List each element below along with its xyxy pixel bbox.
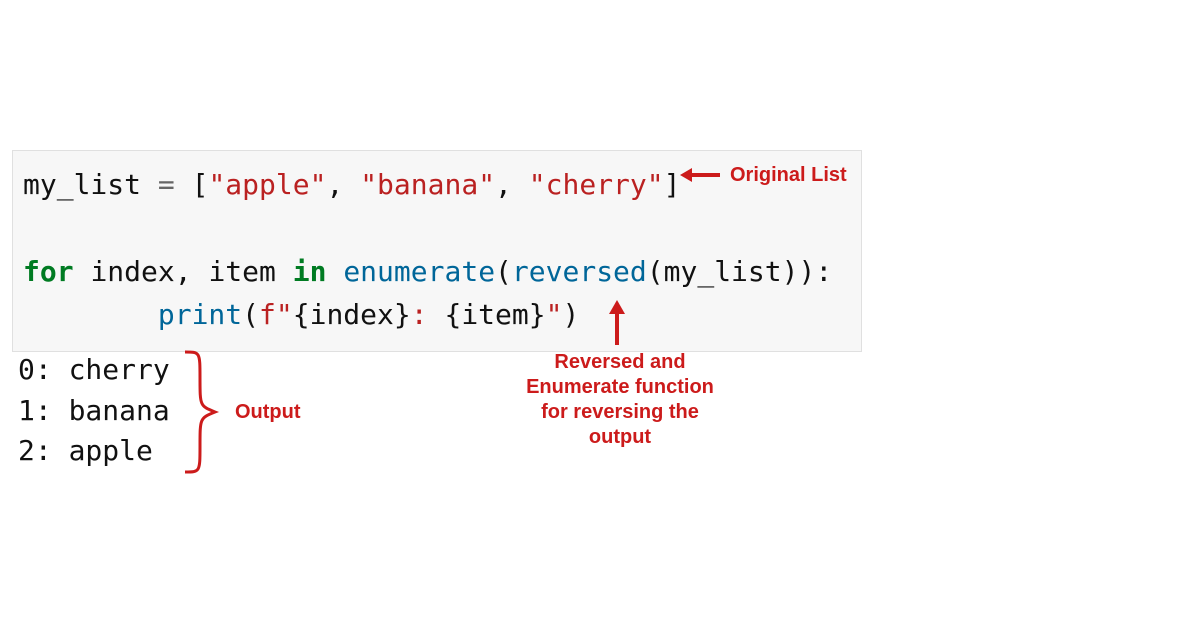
code-token-fstr-expr: item	[461, 298, 528, 331]
code-token-var: index	[90, 255, 174, 288]
arrow-up-icon	[605, 300, 629, 345]
code-space	[276, 255, 293, 288]
code-token-lparen: (	[647, 255, 664, 288]
code-token-string: "banana"	[360, 168, 495, 201]
output-line: 2: apple	[18, 434, 153, 467]
code-token-rparen: )	[782, 255, 799, 288]
annotation-original-list: Original List	[730, 163, 847, 188]
code-token-brace: }	[529, 298, 546, 331]
code-token-keyword: in	[293, 255, 327, 288]
code-token-brace: {	[293, 298, 310, 331]
code-token-comma: ,	[326, 168, 360, 201]
code-token-var: item	[208, 255, 275, 288]
code-token-string: "apple"	[208, 168, 326, 201]
code-space	[74, 255, 91, 288]
code-token-quote: "	[546, 298, 563, 331]
code-token-colon: :	[815, 255, 832, 288]
code-token-string: "cherry"	[529, 168, 664, 201]
code-token-var: my_list	[664, 255, 782, 288]
code-token-comma: ,	[495, 168, 529, 201]
code-token-keyword: for	[23, 255, 74, 288]
code-token-function: print	[158, 298, 242, 331]
code-token-lbracket: [	[192, 168, 209, 201]
code-token-brace: {	[444, 298, 461, 331]
code-token-rbracket: ]	[664, 168, 681, 201]
annotation-output: Output	[235, 400, 301, 425]
arrow-left-icon	[680, 163, 720, 187]
output-line: 0: cherry	[18, 353, 170, 386]
code-token-function: reversed	[512, 255, 647, 288]
code-token-comma: ,	[175, 255, 209, 288]
code-token-fprefix: f	[259, 298, 276, 331]
code-token-rparen: )	[799, 255, 816, 288]
code-space	[326, 255, 343, 288]
annotation-reversed-enumerate: Reversed and Enumerate function for reve…	[520, 350, 720, 450]
code-indent	[23, 298, 158, 331]
output-block: 0: cherry 1: banana 2: apple	[18, 350, 170, 472]
code-token-function: enumerate	[343, 255, 495, 288]
output-line: 1: banana	[18, 394, 170, 427]
code-token-rparen: )	[562, 298, 579, 331]
code-token-lparen: (	[242, 298, 259, 331]
code-token-quote: "	[276, 298, 293, 331]
code-token-fstr-text: :	[411, 298, 445, 331]
code-token-lparen: (	[495, 255, 512, 288]
code-token-equals: =	[141, 168, 192, 201]
canvas: my_list = ["apple", "banana", "cherry"] …	[0, 0, 1200, 630]
code-token-brace: }	[394, 298, 411, 331]
code-token-var: my_list	[23, 168, 141, 201]
code-token-fstr-expr: index	[310, 298, 394, 331]
curly-brace-icon	[180, 348, 220, 476]
